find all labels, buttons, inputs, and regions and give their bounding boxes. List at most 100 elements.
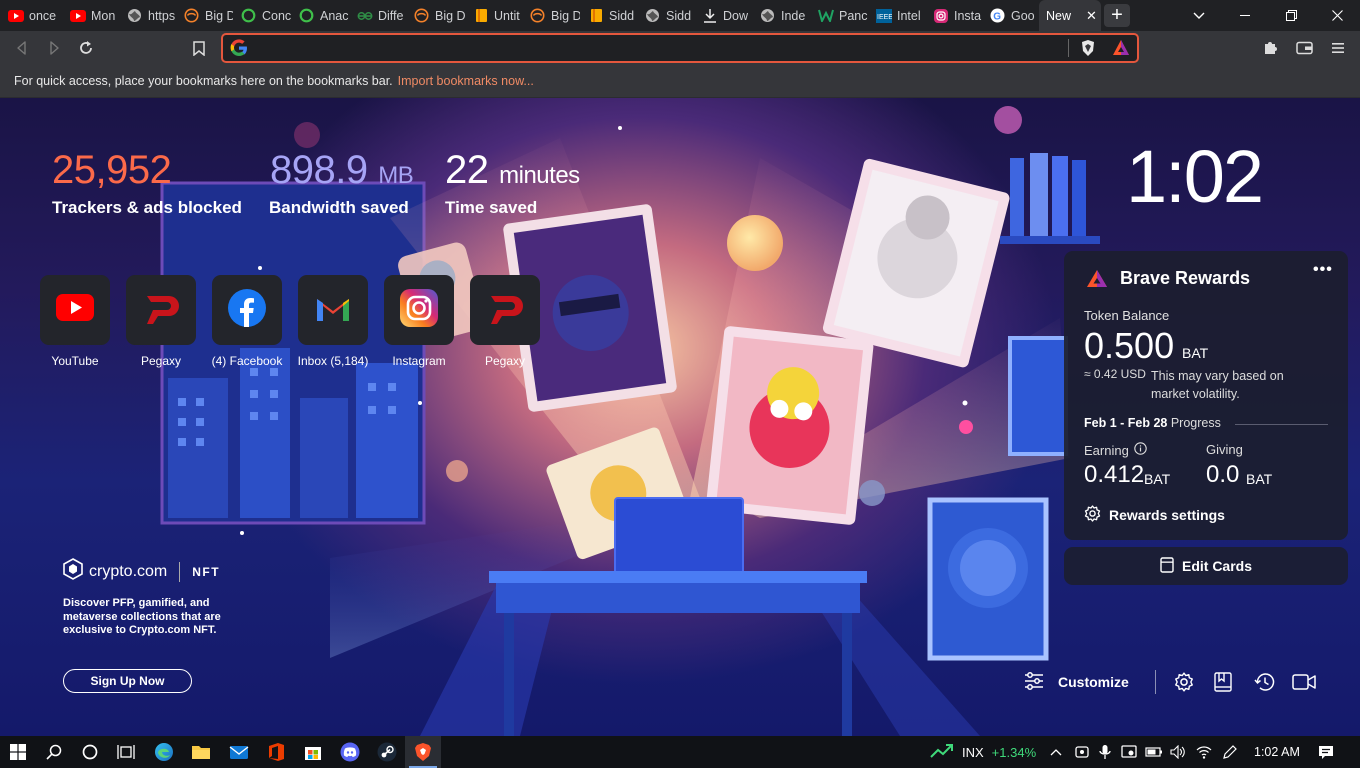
browser-tab[interactable]: Big D <box>176 0 233 31</box>
steam-icon[interactable] <box>369 736 405 768</box>
brave-shields-icon[interactable] <box>1080 39 1096 62</box>
stock-widget[interactable]: INX +1.34% <box>930 736 1036 768</box>
edit-cards-button[interactable]: Edit Cards <box>1064 547 1348 585</box>
brave-rewards-card: Brave Rewards ••• Token Balance 0.500 BA… <box>1064 251 1348 540</box>
more-options-icon[interactable]: ••• <box>1313 261 1333 279</box>
history-icon[interactable] <box>1252 670 1276 694</box>
browser-tab[interactable]: Conc <box>233 0 291 31</box>
forward-button[interactable] <box>42 36 66 60</box>
earning-unit: BAT <box>1144 471 1171 487</box>
browser-tab[interactable]: Big D <box>522 0 580 31</box>
top-site-gmail[interactable] <box>298 275 368 345</box>
menu-icon[interactable] <box>1326 36 1350 60</box>
tab-search-icon[interactable] <box>1176 0 1222 31</box>
brave-rewards-icon[interactable] <box>1112 39 1130 61</box>
browser-tab[interactable]: once <box>0 0 62 31</box>
address-input[interactable] <box>257 39 1077 59</box>
browser-tab[interactable]: Mon <box>62 0 119 31</box>
giving-value: 0.0 <box>1206 461 1240 488</box>
browser-tab[interactable]: https <box>119 0 176 31</box>
discord-icon[interactable] <box>332 736 368 768</box>
browser-tab[interactable]: G Goo <box>982 0 1039 31</box>
trend-up-icon <box>930 743 954 761</box>
customize-button[interactable]: Customize <box>1024 668 1129 696</box>
tray-app-icon[interactable] <box>1074 736 1090 768</box>
tab-title: Panc <box>839 8 868 23</box>
browser-tab[interactable]: Inde <box>752 0 810 31</box>
browser-tab[interactable]: Sidd <box>637 0 694 31</box>
google-icon: G <box>989 7 1006 24</box>
microphone-icon[interactable] <box>1099 736 1111 768</box>
wifi-icon[interactable] <box>1196 736 1212 768</box>
cortana-icon[interactable] <box>72 736 108 768</box>
tab-title: Dow <box>723 8 749 23</box>
battery-icon[interactable] <box>1145 736 1163 768</box>
bookmark-icon[interactable] <box>187 36 211 60</box>
chevron-up-icon[interactable] <box>1050 736 1064 768</box>
browser-tab[interactable]: Panc <box>810 0 868 31</box>
start-button[interactable] <box>0 736 36 768</box>
info-icon[interactable] <box>1134 442 1147 458</box>
browser-tab[interactable]: Dow <box>694 0 752 31</box>
browser-tab[interactable]: Sidd <box>580 0 637 31</box>
wallet-icon[interactable] <box>1292 36 1316 60</box>
tab-strip: once Mon https Big D Conc Anac Diffe Big D Untit… <box>0 0 1360 31</box>
pen-icon[interactable] <box>1222 736 1238 768</box>
close-window-button[interactable] <box>1314 0 1360 31</box>
video-call-icon[interactable] <box>1292 670 1316 694</box>
settings-gear-icon[interactable] <box>1172 670 1196 694</box>
browser-tab[interactable]: Diffe <box>349 0 406 31</box>
restore-button[interactable] <box>1268 0 1314 31</box>
notebook-icon <box>472 7 489 24</box>
close-tab-icon[interactable]: ✕ <box>1086 8 1097 24</box>
display-icon[interactable] <box>1121 736 1137 768</box>
w-icon <box>817 7 834 24</box>
browser-tab[interactable]: Untit <box>465 0 522 31</box>
top-site-pegaxy[interactable] <box>126 275 196 345</box>
ticker-change: +1.34% <box>991 744 1037 760</box>
top-site-pegaxy[interactable] <box>470 275 540 345</box>
big-data-icon <box>183 7 200 24</box>
ieee-icon: IEEE <box>875 7 892 24</box>
youtube-icon <box>7 7 24 24</box>
sign-up-button[interactable]: Sign Up Now <box>63 669 192 693</box>
top-site-facebook[interactable] <box>212 275 282 345</box>
browser-tab[interactable]: IEEE Intel <box>868 0 925 31</box>
browser-tab[interactable]: New ✕ <box>1039 0 1101 31</box>
top-site-youtube[interactable] <box>40 275 110 345</box>
bandwidth-label: Bandwidth saved <box>269 198 409 217</box>
minimize-button[interactable] <box>1222 0 1268 31</box>
address-bar[interactable] <box>221 33 1139 63</box>
back-button[interactable] <box>10 36 34 60</box>
globe-icon <box>644 7 661 24</box>
search-icon[interactable] <box>36 736 72 768</box>
trackers-count: 25,952 <box>52 148 172 192</box>
office-icon[interactable] <box>258 736 294 768</box>
new-tab-button[interactable]: + <box>1104 4 1130 27</box>
youtube-icon <box>56 294 94 326</box>
store-icon[interactable] <box>295 736 331 768</box>
import-bookmarks-link[interactable]: Import bookmarks now... <box>398 74 534 88</box>
reload-button[interactable] <box>74 36 98 60</box>
top-site-instagram[interactable] <box>384 275 454 345</box>
task-view-icon[interactable] <box>108 736 144 768</box>
browser-tab[interactable]: Big D <box>406 0 465 31</box>
mail-icon[interactable] <box>221 736 257 768</box>
top-site-label: YouTube <box>51 354 99 368</box>
usd-equivalent: ≈ 0.42 USD <box>1084 367 1146 381</box>
volatility-note: This may vary based on market volatility… <box>1151 369 1284 401</box>
bookmarks-manager-icon[interactable] <box>1211 670 1235 694</box>
rewards-settings-link[interactable]: Rewards settings <box>1084 505 1225 525</box>
clock-time[interactable]: 1:02 AM <box>1254 736 1300 768</box>
volume-icon[interactable] <box>1170 736 1186 768</box>
notebook-icon <box>587 7 604 24</box>
notifications-icon[interactable] <box>1318 736 1334 768</box>
edge-icon[interactable] <box>146 736 182 768</box>
tab-title: Conc <box>262 8 291 23</box>
brave-taskbar-icon[interactable] <box>405 736 441 768</box>
browser-tab[interactable]: Insta <box>925 0 982 31</box>
top-site-label: Pegaxy <box>140 354 182 368</box>
browser-tab[interactable]: Anac <box>291 0 349 31</box>
extensions-icon[interactable] <box>1258 36 1282 60</box>
file-explorer-icon[interactable] <box>183 736 219 768</box>
